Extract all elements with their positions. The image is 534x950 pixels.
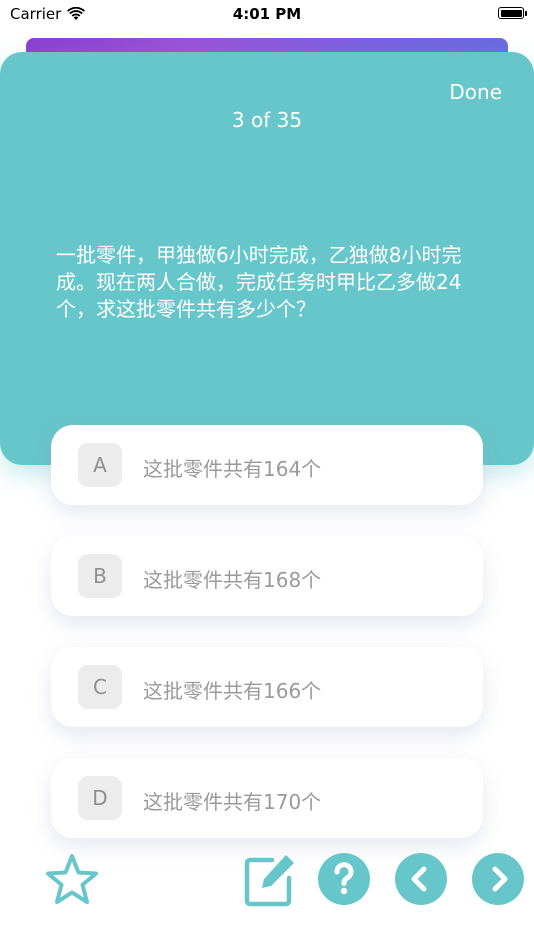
previous-button[interactable]	[395, 853, 447, 905]
option-d[interactable]: D 这批零件共有170个	[51, 758, 483, 838]
favorite-button[interactable]	[44, 852, 100, 908]
done-button[interactable]: Done	[449, 80, 502, 104]
option-text: 这批零件共有166个	[143, 679, 322, 703]
option-letter-badge: B	[78, 554, 122, 598]
question-progress: 3 of 35	[231, 108, 303, 132]
help-button[interactable]	[318, 853, 370, 905]
option-text: 这批零件共有170个	[143, 790, 322, 814]
option-c[interactable]: C 这批零件共有166个	[51, 647, 483, 727]
option-letter-badge: A	[78, 443, 122, 487]
option-letter-badge: C	[78, 665, 122, 709]
chevron-left-icon	[411, 866, 427, 892]
status-bar: Carrier 4:01 PM	[0, 0, 534, 30]
question-text: 一批零件，甲独做6小时完成，乙独做8小时完成。现在两人合做，完成任务时甲比乙多做…	[56, 243, 462, 321]
help-icon	[334, 862, 354, 895]
next-button[interactable]	[472, 853, 524, 905]
question-card: Done 3 of 35 一批零件，甲独做6小时完成，乙独做8小时完成。现在两人…	[0, 52, 534, 465]
option-letter-badge: D	[78, 776, 122, 820]
battery-icon	[498, 7, 527, 19]
option-text: 这批零件共有168个	[143, 568, 322, 592]
option-a[interactable]: A 这批零件共有164个	[51, 425, 483, 505]
chevron-right-icon	[492, 866, 508, 892]
notes-button[interactable]	[242, 852, 298, 908]
edit-note-icon	[244, 855, 294, 907]
option-text: 这批零件共有164个	[143, 457, 322, 481]
status-time: 4:01 PM	[232, 5, 302, 23]
star-icon	[46, 854, 98, 904]
option-b[interactable]: B 这批零件共有168个	[51, 536, 483, 616]
